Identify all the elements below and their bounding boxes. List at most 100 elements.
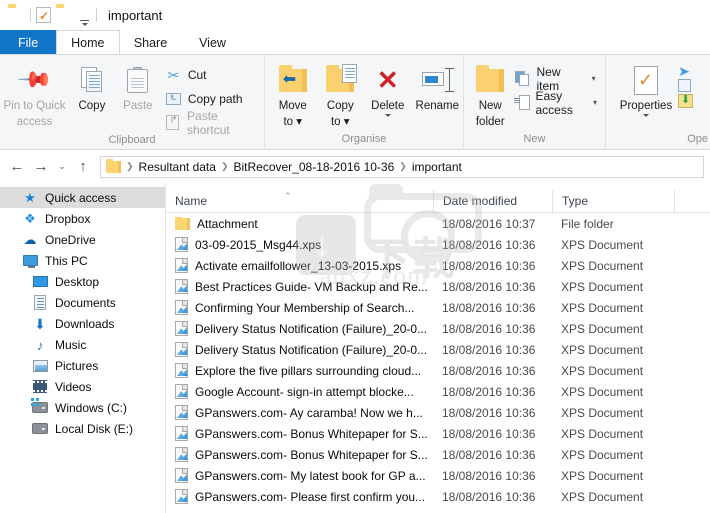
open-with-plane-icon[interactable]: ➤ [678,64,693,78]
table-row[interactable]: Delivery Status Notification (Failure)_2… [166,339,710,360]
paste-button[interactable]: Paste [115,59,161,113]
tab-view[interactable]: View [182,30,244,54]
up-button[interactable]: ↑ [72,156,94,178]
sidebar-item-downloads[interactable]: ⬇ Downloads [0,313,165,334]
properties-button[interactable]: Properties [614,59,678,117]
copy-to-button[interactable]: Copy to ▾ [317,59,365,128]
delete-caret-icon[interactable] [384,113,391,117]
file-name-cell[interactable]: Delivery Status Notification (Failure)_2… [166,342,433,357]
file-name-cell[interactable]: Google Account- sign-in attempt blocke..… [166,384,433,399]
table-row[interactable]: Attachment 18/08/2016 10:37 File folder [166,213,710,234]
sidebar-item-dropbox[interactable]: ❖ Dropbox [0,208,165,229]
paste-shortcut-button[interactable]: Paste shortcut [161,109,264,137]
new-item-caret-icon[interactable]: ▾ [586,70,601,87]
file-name-cell[interactable]: GPanswers.com- My latest book for GP a..… [166,468,433,483]
properties-check-icon[interactable]: ✓ [36,7,51,23]
qat-divider [30,8,31,22]
table-row[interactable]: 03-09-2015_Msg44.xps 18/08/2016 10:36 XPS … [166,234,710,255]
properties-caret-icon[interactable] [643,113,649,117]
file-type-cell: XPS Document [561,258,644,273]
pin-to-quick-access-button[interactable]: 📌 Pin to Quick access [0,59,69,128]
file-date-cell: 18/08/2016 10:36 [442,426,536,441]
folder-properties-icon[interactable] [8,7,25,23]
open-blank-icon[interactable] [678,79,691,92]
back-button[interactable]: ← [6,156,28,178]
table-row[interactable]: Explore the five pillars surrounding clo… [166,360,710,381]
sidebar-item-pictures[interactable]: Pictures [0,355,165,376]
new-folder-button[interactable]: New folder [470,59,511,128]
copy-button[interactable]: Copy [69,59,115,113]
file-date-cell: 18/08/2016 10:36 [442,489,536,504]
copy-path-button[interactable]: \\.. Copy path [161,88,264,109]
column-header-spacer[interactable] [674,190,704,212]
breadcrumb-root-folder-icon[interactable] [106,158,121,173]
file-name-cell[interactable]: 03-09-2015_Msg44.xps [166,237,433,252]
file-date-cell: 18/08/2016 10:36 [442,405,536,420]
new-item-button[interactable]: New item ▾ [511,65,606,93]
file-list-pane[interactable]: 下载 anxz.com Name ⌃ Date modified Type At… [166,183,710,513]
table-row[interactable]: Best Practices Guide- VM Backup and Re..… [166,276,710,297]
breadcrumb-item-2[interactable]: important [412,160,462,174]
file-date-cell: 18/08/2016 10:36 [442,468,536,483]
column-header-name[interactable]: Name ⌃ [166,190,433,212]
column-header-date-modified[interactable]: Date modified [433,190,552,212]
tab-home[interactable]: Home [56,30,120,54]
table-row[interactable]: GPanswers.com- My latest book for GP a..… [166,465,710,486]
file-name-cell[interactable]: GPanswers.com- Ay caramba! Now we h... [166,405,433,420]
file-name-cell[interactable]: GPanswers.com- Please first confirm you.… [166,489,433,504]
file-name-cell[interactable]: Confirming Your Membership of Search... [166,300,433,315]
forward-button[interactable]: → [30,156,52,178]
breadcrumb-chevron-icon-0[interactable]: ❯ [125,161,135,172]
sidebar-item-windows-c[interactable]: Windows (C:) [0,397,165,418]
easy-access-button[interactable]: Easy access ▾ [511,89,606,117]
cut-button[interactable]: ✂ Cut [161,64,264,85]
file-name-cell[interactable]: Explore the five pillars surrounding clo… [166,363,433,378]
sidebar-item-music[interactable]: ♪ Music [0,334,165,355]
breadcrumb-chevron-icon-2[interactable]: ❯ [398,161,408,172]
easy-access-caret-icon[interactable]: ▾ [589,94,601,111]
file-name-cell[interactable]: Activate emailfollower_13-03-2015.xps [166,258,433,273]
sidebar-item-this-pc[interactable]: This PC [0,250,165,271]
column-header-type[interactable]: Type [552,190,674,212]
file-name-cell[interactable]: GPanswers.com- Bonus Whitepaper for S... [166,447,433,462]
recent-locations-button[interactable]: ⌄ [54,156,70,178]
rename-button[interactable]: Rename [412,59,463,113]
copy-icon [80,63,103,97]
table-row[interactable]: GPanswers.com- Bonus Whitepaper for S...… [166,444,710,465]
table-row[interactable]: Activate emailfollower_13-03-2015.xps 18/… [166,255,710,276]
tab-share[interactable]: Share [120,30,182,54]
breadcrumb-item-0[interactable]: Resultant data [139,160,216,174]
table-row[interactable]: GPanswers.com- Please first confirm you.… [166,486,710,507]
sidebar-item-desktop[interactable]: Desktop [0,271,165,292]
sidebar-item-local-disk-e[interactable]: Local Disk (E:) [0,418,165,439]
dropbox-icon: ❖ [24,210,36,226]
move-to-button[interactable]: ⬅ Move to ▾ [269,59,317,128]
xps-icon [175,363,188,378]
sidebar-item-onedrive[interactable]: ☁ OneDrive [0,229,165,250]
file-name-cell[interactable]: Delivery Status Notification (Failure)_2… [166,321,433,336]
file-type-cell: XPS Document [561,342,644,357]
table-row[interactable]: Delivery Status Notification (Failure)_2… [166,318,710,339]
sidebar-item-videos[interactable]: Videos [0,376,165,397]
picture-icon [32,358,48,374]
edit-green-icon[interactable] [678,93,693,108]
tab-file[interactable]: File [0,30,57,54]
file-name-cell[interactable]: Attachment [166,216,433,231]
table-row[interactable]: GPanswers.com- Ay caramba! Now we h... 18… [166,402,710,423]
delete-button[interactable]: ✕ Delete [364,59,412,117]
file-name-cell[interactable]: Best Practices Guide- VM Backup and Re..… [166,279,433,294]
column-header-row: Name ⌃ Date modified Type [166,183,710,213]
table-row[interactable]: Google Account- sign-in attempt blocke..… [166,381,710,402]
table-row[interactable]: Confirming Your Membership of Search... 1… [166,297,710,318]
breadcrumb-item-1[interactable]: BitRecover_08-18-2016 10-36 [233,160,394,174]
file-name-cell[interactable]: GPanswers.com- Bonus Whitepaper for S... [166,426,433,441]
sidebar-item-quick-access[interactable]: ★ Quick access [0,187,165,208]
breadcrumb-chevron-icon-1[interactable]: ❯ [220,161,230,172]
new-folder-icon[interactable] [56,7,73,23]
sidebar-item-documents[interactable]: Documents [0,292,165,313]
ribbon-tabstrip: File Home Share View [0,30,710,54]
pin-icon: 📌 [16,61,54,99]
table-row[interactable]: GPanswers.com- Bonus Whitepaper for S...… [166,423,710,444]
document-icon [32,295,48,311]
breadcrumb[interactable]: ❯ Resultant data ❯ BitRecover_08-18-2016… [100,155,704,178]
